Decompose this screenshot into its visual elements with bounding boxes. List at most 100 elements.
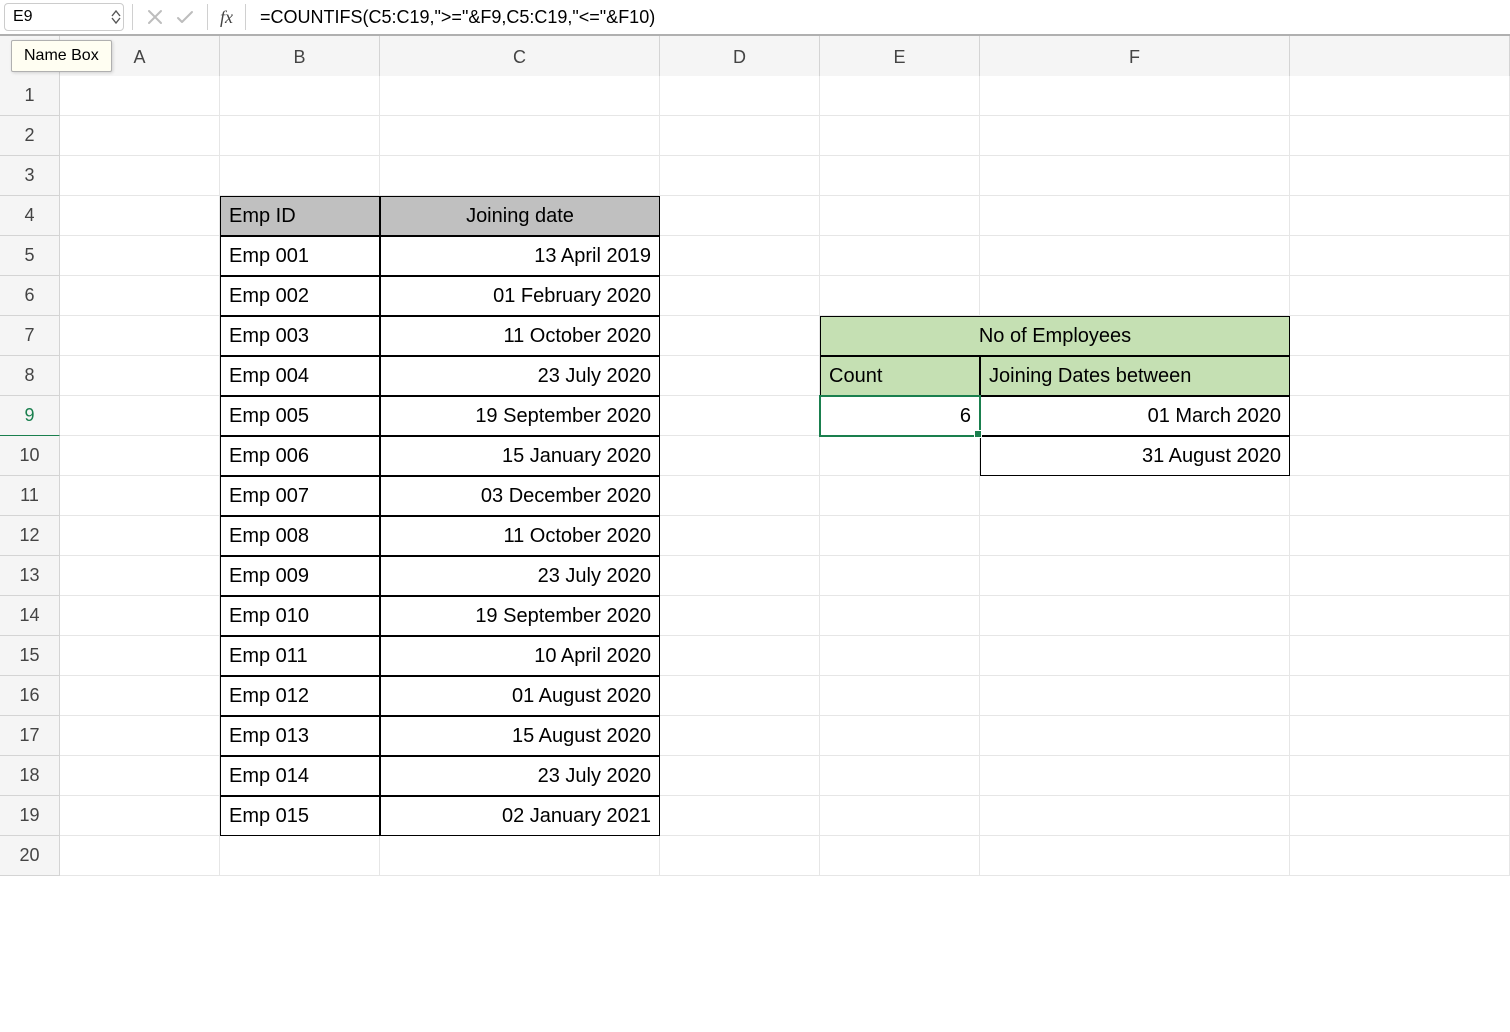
cell-A11[interactable] bbox=[60, 476, 220, 516]
cell-A9[interactable] bbox=[60, 396, 220, 436]
cell-D2[interactable] bbox=[660, 116, 820, 156]
cell-F1[interactable] bbox=[980, 76, 1290, 116]
cell-E3[interactable] bbox=[820, 156, 980, 196]
cell-E19[interactable] bbox=[820, 796, 980, 836]
cell-F20[interactable] bbox=[980, 836, 1290, 876]
cell-C20[interactable] bbox=[380, 836, 660, 876]
row-header-16[interactable]: 16 bbox=[0, 676, 60, 716]
cell-B7[interactable]: Emp 003 bbox=[220, 316, 380, 356]
cell-A12[interactable] bbox=[60, 516, 220, 556]
row-header-20[interactable]: 20 bbox=[0, 836, 60, 876]
cell-F2[interactable] bbox=[980, 116, 1290, 156]
cell-D5[interactable] bbox=[660, 236, 820, 276]
cell-C11[interactable]: 03 December 2020 bbox=[380, 476, 660, 516]
row-header-1[interactable]: 1 bbox=[0, 76, 60, 116]
cell-E11[interactable] bbox=[820, 476, 980, 516]
cell-C12[interactable]: 11 October 2020 bbox=[380, 516, 660, 556]
cell-C3[interactable] bbox=[380, 156, 660, 196]
cell-G2[interactable] bbox=[1290, 116, 1510, 156]
cell-B20[interactable] bbox=[220, 836, 380, 876]
row-header-19[interactable]: 19 bbox=[0, 796, 60, 836]
col-header-blank[interactable] bbox=[1290, 36, 1510, 80]
fx-label[interactable]: fx bbox=[216, 7, 237, 28]
cell-G6[interactable] bbox=[1290, 276, 1510, 316]
cell-C18[interactable]: 23 July 2020 bbox=[380, 756, 660, 796]
cell-A6[interactable] bbox=[60, 276, 220, 316]
col-header-D[interactable]: D bbox=[660, 36, 820, 80]
cell-G14[interactable] bbox=[1290, 596, 1510, 636]
name-box[interactable]: Name Box bbox=[4, 3, 124, 31]
col-header-C[interactable]: C bbox=[380, 36, 660, 80]
cell-G19[interactable] bbox=[1290, 796, 1510, 836]
col-header-B[interactable]: B bbox=[220, 36, 380, 80]
cell-F5[interactable] bbox=[980, 236, 1290, 276]
cell-G18[interactable] bbox=[1290, 756, 1510, 796]
cell-G10[interactable] bbox=[1290, 436, 1510, 476]
cell-E15[interactable] bbox=[820, 636, 980, 676]
cell-D16[interactable] bbox=[660, 676, 820, 716]
cell-F6[interactable] bbox=[980, 276, 1290, 316]
cell-D15[interactable] bbox=[660, 636, 820, 676]
cell-A17[interactable] bbox=[60, 716, 220, 756]
cell-A13[interactable] bbox=[60, 556, 220, 596]
cell-B19[interactable]: Emp 015 bbox=[220, 796, 380, 836]
cell-C17[interactable]: 15 August 2020 bbox=[380, 716, 660, 756]
row-header-8[interactable]: 8 bbox=[0, 356, 60, 396]
row-header-9[interactable]: 9 bbox=[0, 396, 60, 436]
cell-B5[interactable]: Emp 001 bbox=[220, 236, 380, 276]
row-header-10[interactable]: 10 bbox=[0, 436, 60, 476]
row-header-11[interactable]: 11 bbox=[0, 476, 60, 516]
cell-C10[interactable]: 15 January 2020 bbox=[380, 436, 660, 476]
cell-G7[interactable] bbox=[1290, 316, 1510, 356]
cell-C2[interactable] bbox=[380, 116, 660, 156]
cell-G9[interactable] bbox=[1290, 396, 1510, 436]
cell-E6[interactable] bbox=[820, 276, 980, 316]
cell-D19[interactable] bbox=[660, 796, 820, 836]
cell-E1[interactable] bbox=[820, 76, 980, 116]
cell-F16[interactable] bbox=[980, 676, 1290, 716]
cell-E12[interactable] bbox=[820, 516, 980, 556]
cell-E4[interactable] bbox=[820, 196, 980, 236]
cell-A14[interactable] bbox=[60, 596, 220, 636]
cell-A5[interactable] bbox=[60, 236, 220, 276]
row-header-4[interactable]: 4 bbox=[0, 196, 60, 236]
cell-C1[interactable] bbox=[380, 76, 660, 116]
cell-B17[interactable]: Emp 013 bbox=[220, 716, 380, 756]
cell-C5[interactable]: 13 April 2019 bbox=[380, 236, 660, 276]
cell-G12[interactable] bbox=[1290, 516, 1510, 556]
cell-E10[interactable] bbox=[820, 436, 980, 476]
cell-E5[interactable] bbox=[820, 236, 980, 276]
cell-B13[interactable]: Emp 009 bbox=[220, 556, 380, 596]
cell-B1[interactable] bbox=[220, 76, 380, 116]
cell-G4[interactable] bbox=[1290, 196, 1510, 236]
cell-G11[interactable] bbox=[1290, 476, 1510, 516]
cell-C9[interactable]: 19 September 2020 bbox=[380, 396, 660, 436]
cell-E9[interactable]: 6 bbox=[820, 396, 980, 436]
cell-E17[interactable] bbox=[820, 716, 980, 756]
cell-D10[interactable] bbox=[660, 436, 820, 476]
cell-G3[interactable] bbox=[1290, 156, 1510, 196]
cell-E13[interactable] bbox=[820, 556, 980, 596]
cell-E7-F7-merged[interactable]: No of Employees bbox=[820, 316, 1290, 356]
cell-A2[interactable] bbox=[60, 116, 220, 156]
cell-G15[interactable] bbox=[1290, 636, 1510, 676]
cell-C4[interactable]: Joining date bbox=[380, 196, 660, 236]
cell-E16[interactable] bbox=[820, 676, 980, 716]
cell-F19[interactable] bbox=[980, 796, 1290, 836]
cell-C7[interactable]: 11 October 2020 bbox=[380, 316, 660, 356]
cell-G17[interactable] bbox=[1290, 716, 1510, 756]
cell-G5[interactable] bbox=[1290, 236, 1510, 276]
cell-B3[interactable] bbox=[220, 156, 380, 196]
cell-C19[interactable]: 02 January 2021 bbox=[380, 796, 660, 836]
cell-A7[interactable] bbox=[60, 316, 220, 356]
cell-B9[interactable]: Emp 005 bbox=[220, 396, 380, 436]
cell-F3[interactable] bbox=[980, 156, 1290, 196]
cell-F8[interactable]: Joining Dates between bbox=[980, 356, 1290, 396]
cell-B11[interactable]: Emp 007 bbox=[220, 476, 380, 516]
cell-E20[interactable] bbox=[820, 836, 980, 876]
cell-A19[interactable] bbox=[60, 796, 220, 836]
row-header-13[interactable]: 13 bbox=[0, 556, 60, 596]
cell-B16[interactable]: Emp 012 bbox=[220, 676, 380, 716]
cell-C16[interactable]: 01 August 2020 bbox=[380, 676, 660, 716]
cell-F9[interactable]: 01 March 2020 bbox=[980, 396, 1290, 436]
